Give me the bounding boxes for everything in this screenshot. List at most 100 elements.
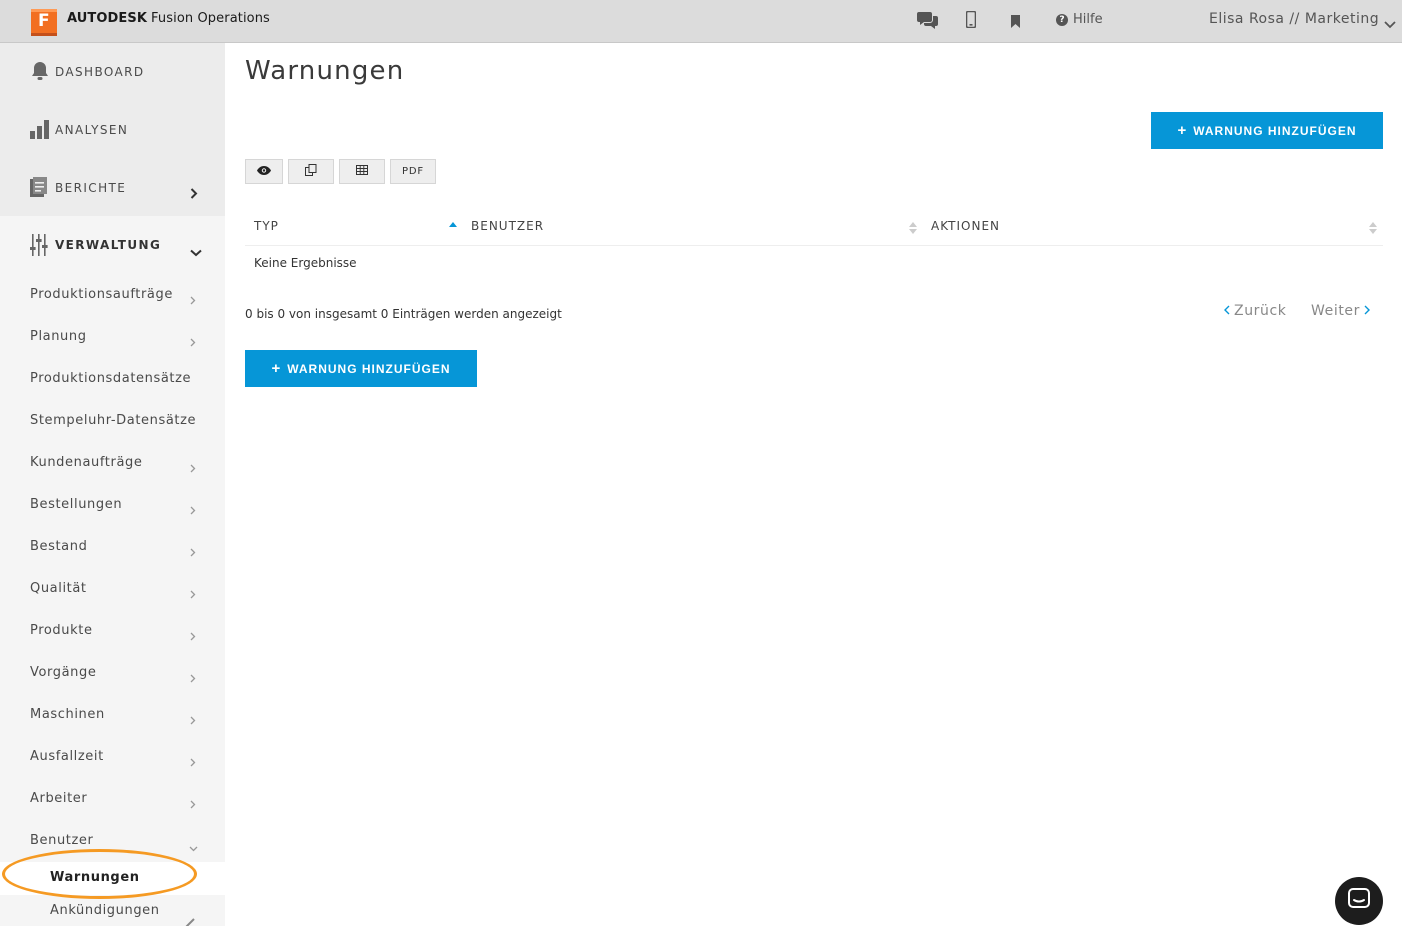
plus-icon: + (1177, 122, 1188, 139)
nav-verwaltung[interactable]: VERWALTUNG (0, 216, 225, 274)
sidebar-item-produkte[interactable]: Produkte (0, 610, 225, 652)
brand-name: AUTODESK Fusion Operations (67, 11, 270, 26)
user-menu[interactable]: Elisa Rosa // Marketing (1209, 11, 1379, 27)
brand-product: Fusion Operations (151, 11, 270, 26)
chevron-right-icon (190, 458, 196, 477)
sidebar-item-produktionsauftraege[interactable]: Produktionsaufträge (0, 274, 225, 316)
sidebar-item-produktionsdatensaetze[interactable]: Produktionsdatensätze (0, 358, 225, 400)
sidebar-item-stempeluhr-datensaetze[interactable]: Stempeluhr-Datensätze (0, 400, 225, 442)
pagination-previous[interactable]: Zurück (1224, 303, 1287, 319)
table-info-text: 0 bis 0 von insgesamt 0 Einträgen werden… (245, 307, 562, 321)
column-header-aktionen[interactable]: AKTIONEN (931, 219, 1000, 233)
plus-icon: + (271, 360, 282, 377)
bar-chart-icon (30, 119, 50, 141)
sliders-icon (30, 234, 50, 256)
chat-icon[interactable] (917, 11, 938, 31)
sidebar-item-label: Vorgänge (30, 665, 97, 680)
copy-button[interactable] (288, 159, 334, 184)
sort-icon[interactable] (1369, 220, 1377, 234)
sidebar-item-label: Produkte (30, 623, 93, 638)
chevron-right-icon (190, 332, 196, 351)
sidebar-item-bestand[interactable]: Bestand (0, 526, 225, 568)
sidebar-collapse-icon[interactable] (183, 913, 195, 926)
chevron-right-icon (190, 626, 196, 645)
sidebar-item-label: Maschinen (30, 707, 105, 722)
document-icon (30, 177, 50, 199)
chevron-right-icon (190, 290, 196, 309)
nav-dashboard[interactable]: DASHBOARD (0, 43, 225, 101)
sidebar-item-label: Produktionsdatensätze (30, 371, 192, 386)
nav-verwaltung-label: VERWALTUNG (55, 238, 162, 252)
help-label: Hilfe (1073, 12, 1103, 27)
highlight-annotation (2, 849, 197, 899)
sidebar-item-label: Produktionsaufträge (30, 287, 173, 302)
nav-analysen-label: ANALYSEN (55, 123, 129, 137)
pagination-next-label: Weiter (1311, 303, 1360, 319)
sidebar-item-label: Kundenaufträge (30, 455, 143, 470)
add-warning-label: WARNUNG HINZUFÜGEN (287, 361, 451, 376)
sort-asc-icon[interactable] (449, 220, 457, 234)
chevron-down-icon (190, 242, 202, 261)
sort-icon[interactable] (909, 220, 917, 234)
table-icon (356, 165, 368, 178)
nav-dashboard-label: DASHBOARD (55, 65, 145, 79)
chevron-down-icon[interactable] (1384, 14, 1396, 33)
bookmark-icon[interactable] (1011, 13, 1031, 33)
chevron-right-icon (190, 542, 196, 561)
empty-table-message: Keine Ergebnisse (254, 256, 357, 270)
sidebar-item-ausfallzeit[interactable]: Ausfallzeit (0, 736, 225, 778)
help-icon: ? (1056, 13, 1068, 26)
excel-export-button[interactable] (339, 159, 385, 184)
pagination-next[interactable]: Weiter (1311, 303, 1370, 319)
nav-berichte-label: BERICHTE (55, 181, 127, 195)
sidebar-item-label: Bestellungen (30, 497, 123, 512)
logo-letter: F (38, 11, 50, 31)
sidebar-item-label: Benutzer (30, 833, 94, 848)
sidebar-item-label: Bestand (30, 539, 88, 554)
chevron-right-icon (190, 668, 196, 687)
sidebar-item-bestellungen[interactable]: Bestellungen (0, 484, 225, 526)
sidebar-item-arbeiter[interactable]: Arbeiter (0, 778, 225, 820)
pagination-previous-label: Zurück (1234, 303, 1287, 319)
column-visibility-button[interactable] (245, 159, 283, 184)
add-warning-button-top[interactable]: + WARNUNG HINZUFÜGEN (1151, 112, 1383, 149)
sidebar-item-maschinen[interactable]: Maschinen (0, 694, 225, 736)
top-bar: F AUTODESK Fusion Operations ? Hilfe Elis… (0, 0, 1402, 43)
bell-icon (30, 60, 50, 82)
chevron-right-icon (1364, 303, 1370, 319)
add-warning-label: WARNUNG HINZUFÜGEN (1193, 123, 1357, 138)
message-icon (1348, 888, 1370, 914)
autodesk-fusion-logo[interactable]: F (29, 7, 59, 37)
chevron-right-icon (190, 500, 196, 519)
sidebar-subitem-label: Ankündigungen (50, 903, 160, 918)
table-header-divider (245, 245, 1383, 246)
column-header-benutzer[interactable]: BENUTZER (471, 219, 544, 233)
chat-launcher-button[interactable] (1335, 877, 1383, 925)
sidebar-item-planung[interactable]: Planung (0, 316, 225, 358)
pdf-export-button[interactable]: PDF (390, 159, 436, 184)
nav-berichte[interactable]: BERICHTE (0, 159, 225, 217)
sidebar-item-label: Ausfallzeit (30, 749, 104, 764)
chevron-left-icon (1224, 303, 1230, 319)
chevron-right-icon (190, 710, 196, 729)
sidebar-item-label: Planung (30, 329, 87, 344)
help-link[interactable]: ? Hilfe (1056, 12, 1103, 27)
sidebar-item-label: Arbeiter (30, 791, 88, 806)
sidebar-item-qualitaet[interactable]: Qualität (0, 568, 225, 610)
sidebar-item-vorgaenge[interactable]: Vorgänge (0, 652, 225, 694)
copy-icon (305, 164, 317, 179)
brand-bold: AUTODESK (67, 11, 148, 26)
sidebar-item-kundenauftraege[interactable]: Kundenaufträge (0, 442, 225, 484)
mobile-icon[interactable] (965, 10, 986, 31)
sidebar-item-label: Stempeluhr-Datensätze (30, 413, 197, 428)
chevron-right-icon (190, 584, 196, 603)
add-warning-button-bottom[interactable]: + WARNUNG HINZUFÜGEN (245, 350, 477, 387)
nav-analysen[interactable]: ANALYSEN (0, 101, 225, 159)
sidebar: DASHBOARD ANALYSEN BERICHTE VERWALTUNG P… (0, 43, 225, 926)
sidebar-item-label: Qualität (30, 581, 87, 596)
eye-icon (257, 165, 271, 178)
page-title: Warnungen (245, 56, 405, 86)
column-header-typ[interactable]: TYP (254, 219, 279, 233)
chevron-right-icon (190, 184, 198, 203)
chevron-right-icon (190, 794, 196, 813)
